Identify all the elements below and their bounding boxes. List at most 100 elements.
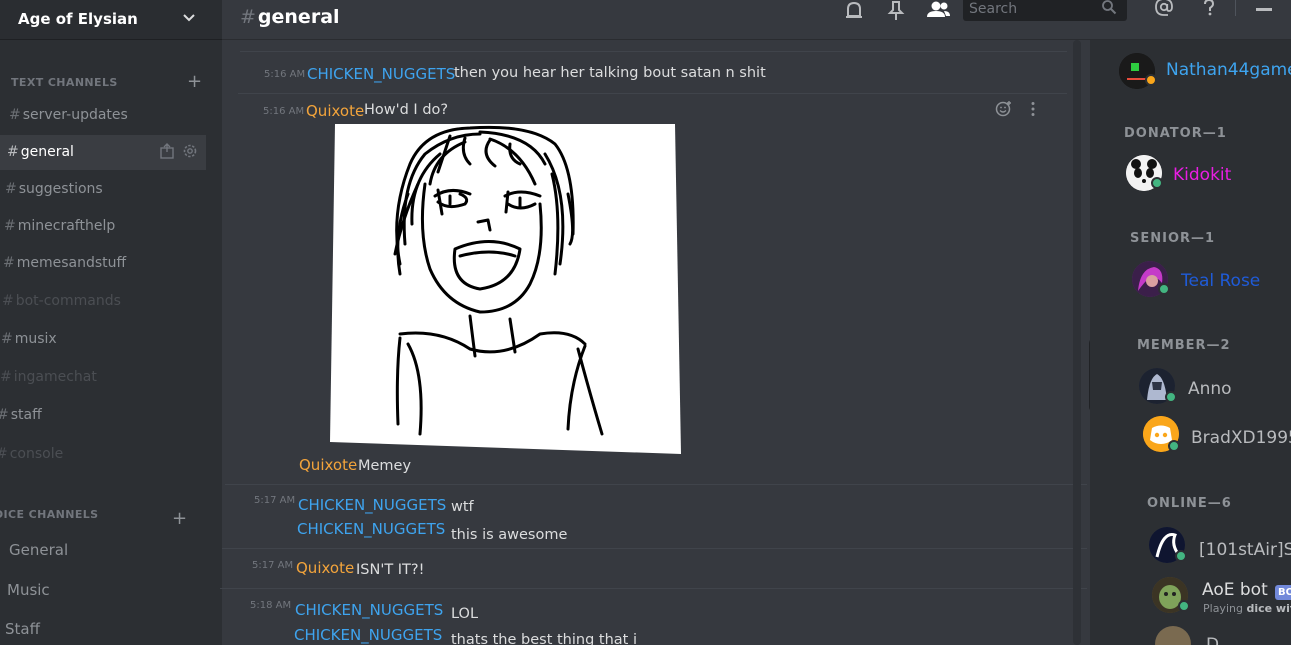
- member-name[interactable]: Nathan44game: [1166, 60, 1291, 80]
- message-divider: [238, 93, 1067, 94]
- search-icon[interactable]: [1101, 0, 1117, 15]
- message-text: Memey: [358, 458, 412, 474]
- message-author[interactable]: Quixote: [299, 456, 357, 474]
- role-header: DONATOR—1: [1124, 126, 1227, 141]
- message-divider: [220, 588, 1087, 589]
- message-author[interactable]: CHICKEN_NUGGETS: [294, 626, 442, 644]
- message-divider: [222, 548, 1087, 549]
- channel-sidebar: Age of Elysian TEXT CHANNELS + # server-u…: [0, 0, 222, 645]
- member-name[interactable]: Kidokit: [1173, 165, 1231, 185]
- activity-game: dice with: [1246, 602, 1291, 615]
- message-timestamp: 5:17 AM: [254, 495, 296, 506]
- channel-label: bot-commands: [15, 293, 121, 309]
- role-header: MEMBER—2: [1137, 338, 1231, 353]
- status-idle-icon: [1145, 74, 1157, 86]
- role-header: SENIOR—1: [1130, 231, 1216, 246]
- message-author[interactable]: CHICKEN_NUGGETS: [297, 520, 445, 538]
- channel-label: server-updates: [22, 107, 128, 123]
- status-online-icon: [1151, 177, 1163, 189]
- channel-title: # general: [240, 6, 340, 28]
- members-icon[interactable]: [925, 0, 951, 22]
- channel-minecrafthelp[interactable]: # minecrafthelp: [4, 218, 115, 234]
- status-online-icon: [1175, 550, 1187, 562]
- header-divider: [1235, 0, 1236, 16]
- status-online-icon: [1168, 440, 1180, 452]
- message-timestamp: 5:16 AM: [263, 106, 305, 117]
- member-name[interactable]: BradXD1995: [1191, 428, 1291, 448]
- channel-staff[interactable]: #staff: [0, 407, 42, 423]
- channel-server-updates[interactable]: # server-updates: [9, 107, 128, 123]
- message-timestamp: 5:16 AM: [264, 69, 306, 80]
- search-box[interactable]: [963, 0, 1127, 21]
- voice-channel-music[interactable]: Music: [7, 581, 50, 599]
- member-activity: Playing dice with: [1203, 602, 1291, 615]
- gear-icon[interactable]: [182, 143, 198, 159]
- channel-label: console: [9, 446, 64, 462]
- status-online-icon: [1178, 600, 1190, 612]
- message-timestamp: 5:17 AM: [252, 560, 294, 571]
- message-author[interactable]: Quixote: [306, 102, 364, 120]
- message-author[interactable]: CHICKEN_NUGGETS: [295, 601, 443, 619]
- message-author[interactable]: Quixote: [296, 559, 354, 577]
- member-name[interactable]: AoE bot: [1202, 580, 1268, 600]
- activity-prefix: Playing: [1203, 602, 1243, 615]
- channel-header: [222, 0, 1291, 40]
- member-name[interactable]: [101stAir]S: [1199, 540, 1291, 560]
- attached-drawing-image[interactable]: [330, 124, 681, 454]
- message-text: How'd I do?: [364, 102, 449, 118]
- channel-label: musix: [14, 331, 57, 347]
- channel-general[interactable]: # general: [7, 144, 74, 160]
- channel-memesandstuff[interactable]: # memesandstuff: [3, 255, 126, 271]
- message-text: this is awesome: [451, 527, 568, 543]
- channel-console[interactable]: #console: [0, 446, 63, 462]
- voice-channel-general[interactable]: General: [9, 541, 68, 559]
- message-text: ISN'T IT?!: [356, 562, 425, 578]
- add-reaction-icon[interactable]: [995, 100, 1013, 118]
- message-text: thats the best thing that i: [451, 632, 637, 645]
- message-text: LOL: [451, 606, 479, 622]
- status-online-icon: [1158, 283, 1170, 295]
- message-author[interactable]: CHICKEN_NUGGETS: [307, 65, 455, 83]
- role-header: ONLINE—6: [1147, 496, 1232, 511]
- message-text: then you hear her talking bout satan n s…: [454, 65, 766, 81]
- message-divider: [225, 484, 1087, 485]
- voice-channel-staff[interactable]: Staff: [5, 620, 40, 638]
- chat-scrollbar-track[interactable]: [1073, 40, 1081, 645]
- channel-label: staff: [10, 407, 42, 423]
- channel-musix[interactable]: # musix: [1, 331, 57, 347]
- pin-icon[interactable]: [885, 0, 907, 22]
- message-timestamp: 5:18 AM: [250, 600, 292, 611]
- category-dice-channels[interactable]: DICE CHANNELS: [0, 508, 99, 521]
- member-name[interactable]: Teal Rose: [1181, 271, 1260, 291]
- bot-tag-badge: BOT: [1275, 585, 1291, 600]
- channel-label: minecrafthelp: [17, 218, 116, 234]
- bell-icon[interactable]: [843, 0, 865, 22]
- message-author[interactable]: CHICKEN_NUGGETS: [298, 496, 446, 514]
- help-icon[interactable]: [1198, 0, 1220, 22]
- status-online-icon: [1165, 391, 1177, 403]
- search-input[interactable]: [969, 0, 1089, 18]
- channel-suggestions[interactable]: # suggestions: [5, 181, 103, 197]
- server-header[interactable]: Age of Elysian: [0, 0, 222, 40]
- chevron-down-icon[interactable]: [181, 10, 197, 26]
- channel-label: ingamechat: [13, 369, 97, 385]
- mention-icon[interactable]: [1153, 0, 1175, 22]
- add-channel-icon[interactable]: +: [187, 73, 202, 91]
- message-divider: [240, 51, 1067, 52]
- minimize-icon[interactable]: [1256, 8, 1272, 11]
- channel-label: suggestions: [18, 181, 103, 197]
- category-text-channels[interactable]: TEXT CHANNELS: [11, 76, 118, 89]
- invite-icon[interactable]: [159, 143, 175, 159]
- message-text: wtf: [451, 499, 474, 515]
- add-voice-channel-icon[interactable]: +: [172, 510, 187, 528]
- member-name[interactable]: D: [1206, 635, 1219, 645]
- server-name: Age of Elysian: [18, 10, 138, 28]
- channel-name: general: [257, 6, 340, 28]
- member-name[interactable]: Anno: [1188, 379, 1232, 399]
- channel-label: general: [20, 144, 74, 160]
- channel-hash: #: [240, 6, 256, 28]
- channel-label: memesandstuff: [16, 255, 127, 271]
- channel-ingamechat[interactable]: # ingamechat: [0, 369, 97, 385]
- channel-bot-commands[interactable]: # bot-commands: [2, 293, 121, 309]
- more-icon[interactable]: [1024, 100, 1042, 118]
